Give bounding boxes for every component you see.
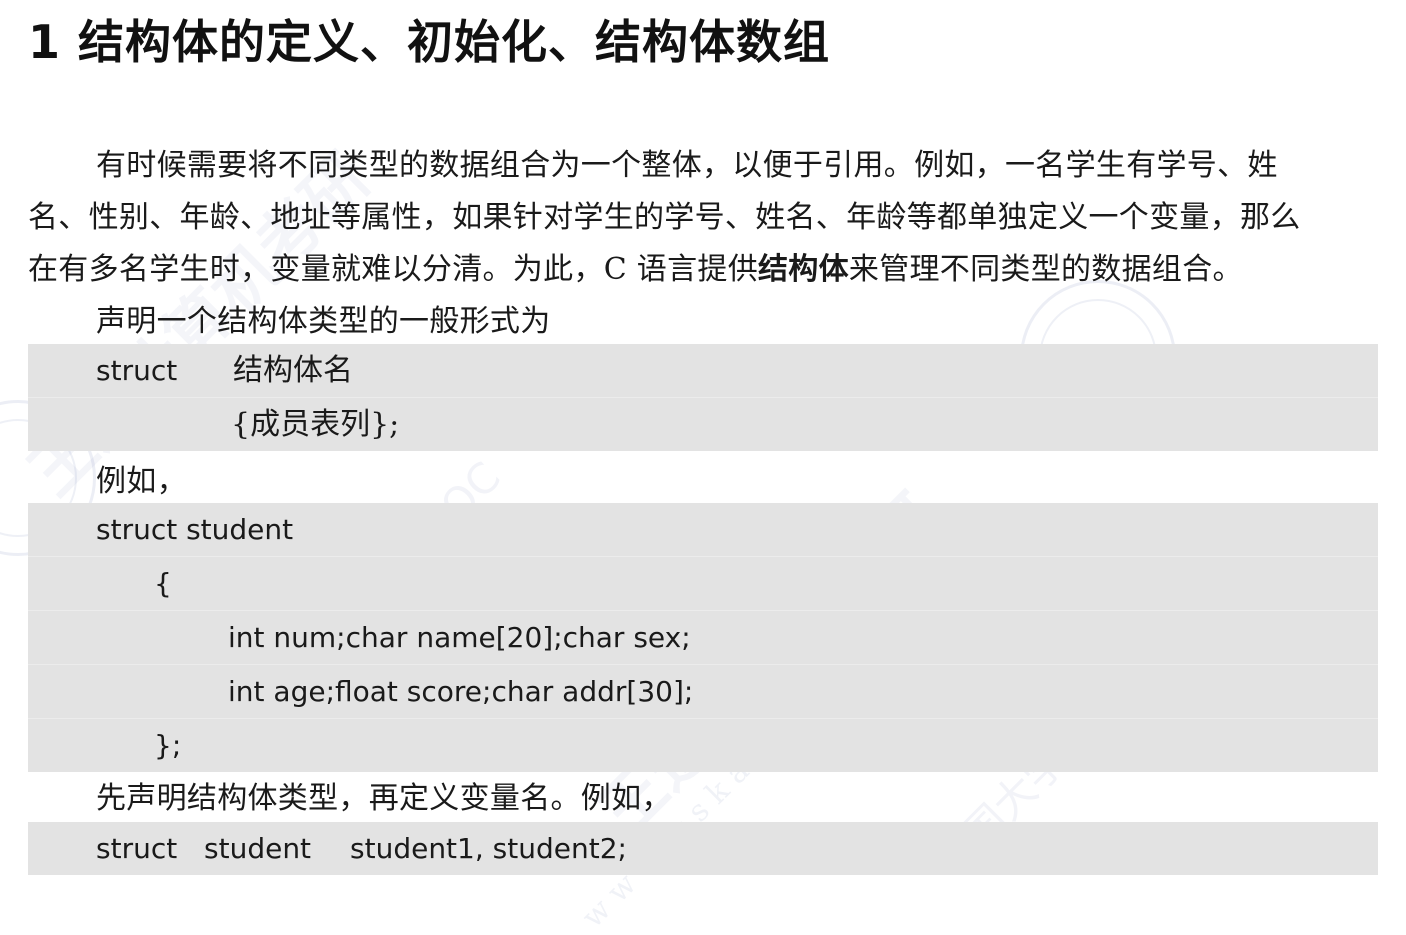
intro-line-3-end: 来管理不同类型的数据组合。 [848, 252, 1243, 287]
code-line: struct student student1, student2; [28, 822, 1378, 875]
code-text: struct student [96, 513, 294, 546]
code-line: struct student [28, 503, 1378, 557]
intro-line-2: 名、性别、年龄、地址等属性，如果针对学生的学号、姓名、年龄等都单独定义一个变量，… [28, 200, 1301, 235]
code-member-list: {成员表列}; [231, 407, 400, 442]
declare-label: 先声明结构体类型，再定义变量名。例如， [28, 773, 1406, 825]
code-line: {成员表列}; [28, 398, 1378, 451]
code-text: { [154, 567, 172, 600]
code-text: }; [154, 729, 182, 762]
intro-line-3-text: 在有多名学生时，变量就难以分清。为此，C 语言提供 [28, 252, 758, 287]
declare-label-text: 先声明结构体类型，再定义变量名。例如， [96, 781, 672, 816]
general-form-code-block: struct 结构体名 {成员表列}; [28, 344, 1378, 451]
intro-line-3: 在有多名学生时，变量就难以分清。为此，C 语言提供结构体来管理不同类型的数据组合… [28, 244, 1380, 296]
general-form-label: 声明一个结构体类型的一般形式为 [28, 296, 1406, 348]
intro-line-1: 有时候需要将不同类型的数据组合为一个整体，以便于引用。例如，一名学生有学号、姓 [96, 148, 1278, 183]
code-keyword: struct [96, 832, 178, 865]
example-label-text: 例如， [96, 464, 187, 499]
code-line: int age;float score;char addr[30]; [28, 665, 1378, 719]
code-line: int num;char name[20];char sex; [28, 611, 1378, 665]
intro-paragraph-cont: 名、性别、年龄、地址等属性，如果针对学生的学号、姓名、年龄等都单独定义一个变量，… [28, 192, 1380, 296]
code-vars: student1, student2; [350, 832, 627, 865]
code-keyword: struct [96, 354, 178, 387]
general-form-label-text: 声明一个结构体类型的一般形式为 [96, 304, 551, 339]
declare-code-block: struct student student1, student2; [28, 822, 1378, 875]
example-code-block: struct student { int num;char name[20];c… [28, 503, 1378, 772]
code-line: }; [28, 719, 1378, 772]
intro-paragraph: 有时候需要将不同类型的数据组合为一个整体，以便于引用。例如，一名学生有学号、姓 [28, 140, 1406, 192]
section-heading: 1 结构体的定义、初始化、结构体数组 [28, 15, 831, 69]
code-line: { [28, 557, 1378, 611]
intro-keyword: 结构体 [758, 252, 849, 287]
code-line: struct 结构体名 [28, 344, 1378, 398]
code-text: int num;char name[20];char sex; [228, 621, 691, 654]
code-text: int age;float score;char addr[30]; [228, 675, 694, 708]
code-type: student [204, 832, 312, 865]
example-label: 例如， [28, 456, 1406, 508]
code-struct-name: 结构体名 [233, 353, 353, 388]
